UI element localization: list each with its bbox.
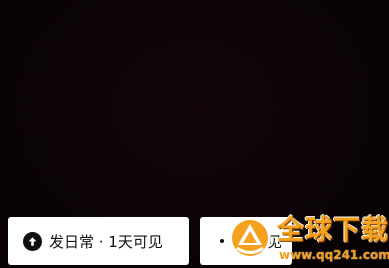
post-daily-button[interactable]: 发日常 · 1天可见 — [8, 217, 189, 265]
watermark-url: www.qq241.com — [279, 248, 389, 262]
arrow-up-circle-icon — [23, 231, 42, 251]
watermark-title: 全球下载 — [277, 215, 389, 246]
watermark-logo-icon — [229, 217, 271, 259]
separator-dot — [220, 239, 224, 243]
post-daily-label: 发日常 · 1天可见 — [49, 232, 163, 251]
site-watermark: 全球下载 www.qq241.com — [227, 212, 389, 268]
